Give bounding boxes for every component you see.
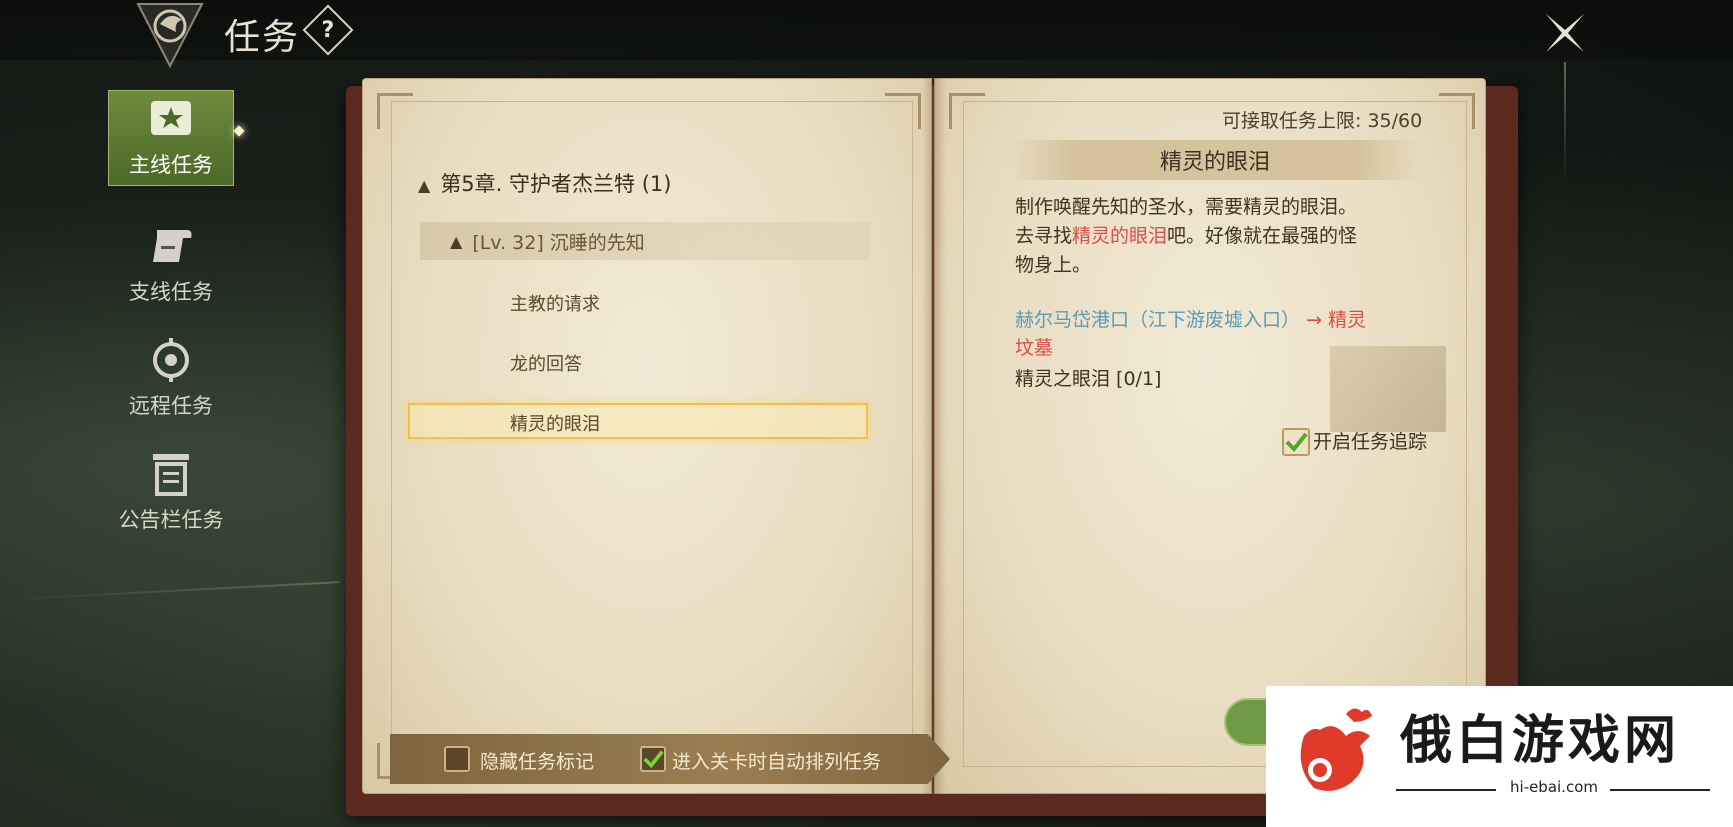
watermark-url: hi-ebai.com: [1509, 778, 1598, 796]
auto-sort-checkbox[interactable]: [640, 746, 666, 772]
quest-track-label: 开启任务追踪: [1313, 431, 1428, 453]
quest-list-item[interactable]: 主教的请求: [510, 290, 600, 316]
book-spine: [922, 78, 946, 794]
collapse-triangle-icon: ▲: [450, 231, 463, 251]
scroll-icon: [153, 230, 192, 262]
nav-main-quest[interactable]: 主线任务: [108, 90, 234, 186]
hide-marker-label: 隐藏任务标记: [480, 751, 595, 773]
bulletin-icon: [153, 454, 189, 496]
highlight-item: 精灵的眼泪: [1072, 225, 1168, 247]
quest-title-banner: 精灵的眼泪: [1010, 140, 1420, 180]
quest-progress: 精灵之眼泪 [0/1]: [1015, 368, 1162, 390]
corner-ornament: [949, 93, 985, 129]
quest-description: 制作唤醒先知的圣水，需要精灵的眼泪。 去寻找精灵的眼泪吧。好像就在最强的怪 物身…: [1015, 193, 1415, 280]
nav-label: 远程任务: [129, 394, 213, 418]
nav-label: 支线任务: [129, 280, 213, 304]
quest-illustration: [1330, 346, 1446, 432]
nav-label: 公告栏任务: [118, 508, 224, 532]
arrow-icon: →: [1306, 309, 1322, 331]
corner-ornament: [377, 93, 413, 129]
desc-line: 物身上。: [1015, 254, 1092, 276]
close-button[interactable]: [1538, 6, 1592, 60]
selected-quest-highlight[interactable]: [408, 403, 868, 439]
quest-list-item-selected[interactable]: 精灵的眼泪: [510, 410, 600, 436]
nav-side-quest[interactable]: 支线任务: [108, 216, 234, 312]
location-destination[interactable]: 精灵: [1328, 309, 1366, 331]
corner-ornament: [1439, 93, 1475, 129]
quest-title: 精灵的眼泪: [1159, 150, 1270, 175]
nav-bulletin-quest[interactable]: 公告栏任务: [108, 444, 234, 540]
corner-ornament: [885, 93, 921, 129]
watermark-text: 俄白游戏网: [1400, 711, 1681, 771]
dragon-emblem-icon: [128, 0, 212, 70]
quest-track-checkbox[interactable]: [1282, 428, 1310, 456]
page-title: 任务: [224, 17, 301, 58]
desc-line: 去寻找精灵的眼泪吧。好像就在最强的怪: [1015, 225, 1358, 247]
hide-marker-checkbox[interactable]: [444, 746, 470, 772]
nav-label: 主线任务: [129, 153, 213, 177]
target-icon: [153, 338, 189, 382]
checkmark-icon: [1285, 432, 1308, 452]
background-streak: [0, 581, 340, 601]
decorative-line: [1564, 62, 1566, 182]
chapter-title: 第5章. 守护者杰兰特 (1): [440, 172, 672, 196]
nav-remote-quest[interactable]: 远程任务: [108, 330, 234, 426]
checkmark-icon: [643, 750, 664, 769]
quest-group-title: [Lv. 32] 沉睡的先知: [472, 231, 645, 254]
rooster-logo-icon: [1300, 708, 1372, 791]
quest-group-header[interactable]: ▲ [Lv. 32] 沉睡的先知: [420, 222, 870, 260]
close-icon: [1546, 14, 1584, 52]
desc-line: 制作唤醒先知的圣水，需要精灵的眼泪。: [1015, 196, 1358, 218]
scroll-star-icon: [151, 101, 191, 135]
auto-sort-label: 进入关卡时自动排列任务: [672, 751, 882, 773]
question-icon: ?: [321, 17, 335, 43]
chapter-header[interactable]: ▲ 第5章. 守护者杰兰特 (1): [418, 168, 671, 198]
quest-list-item[interactable]: 龙的回答: [510, 350, 582, 376]
quest-limit-counter: 可接取任务上限: 35/60: [1222, 110, 1423, 132]
collapse-triangle-icon: ▲: [418, 176, 431, 195]
location-start[interactable]: 赫尔马岱港口（江下游废墟入口）: [1015, 309, 1300, 331]
